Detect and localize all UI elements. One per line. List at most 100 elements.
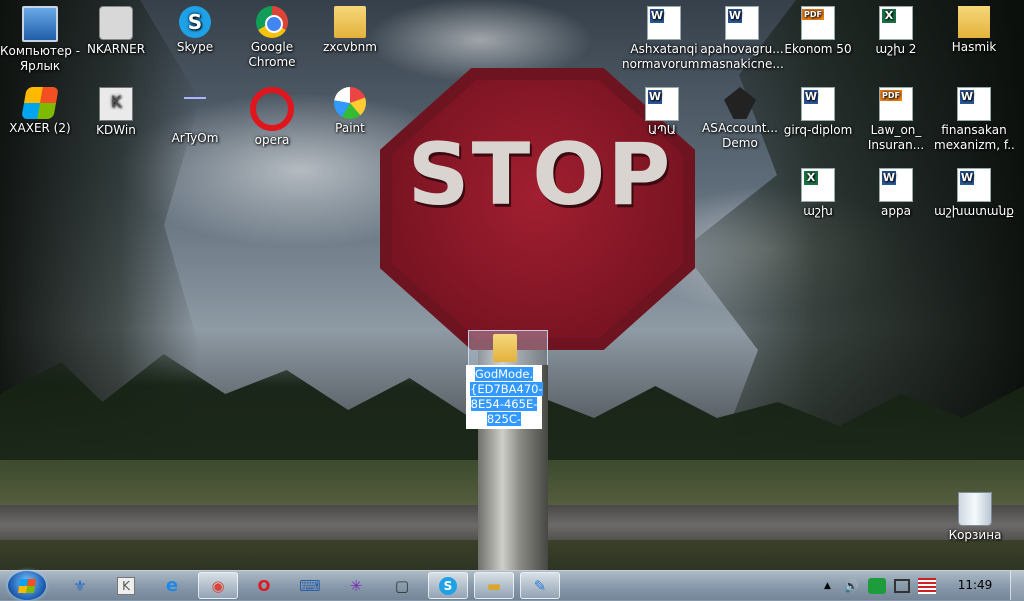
rename-text-line: 8E54-465E-: [470, 397, 538, 411]
icon-label: Ekonom 50: [784, 42, 852, 56]
media-player-icon: ⚜: [73, 576, 87, 595]
excel-icon: [879, 6, 913, 40]
taskbar-internet-explorer[interactable]: e: [152, 572, 192, 599]
desktop-icon-apahovagru[interactable]: apahovagru... masnakicne...: [700, 6, 784, 72]
desktop-icon-ashxatanqi[interactable]: Ashxatanqi normavorum...: [622, 6, 706, 72]
computer-icon: [22, 6, 58, 42]
icon-label: աշխ: [803, 204, 833, 218]
internet-explorer-icon: e: [165, 575, 179, 596]
camera-app-icon: [99, 6, 133, 40]
icon-label: Google: [250, 40, 294, 54]
chrome-taskbar-icon: ◉: [211, 576, 225, 595]
desktop-icon-ashxatanq[interactable]: աշխատանք: [934, 168, 1014, 219]
desktop-icon-recycle-bin[interactable]: Корзина: [935, 492, 1015, 543]
desktop-icon-artyom[interactable]: ArTyOm: [155, 87, 235, 146]
rename-textbox[interactable]: GodMode. {ED7BA470- 8E54-465E- 825C-: [466, 365, 543, 429]
taskbar-spider[interactable]: ✳: [336, 572, 376, 599]
icon-label: Корзина: [948, 528, 1002, 542]
desktop-icon-computer[interactable]: Компьютер - Ярлык: [0, 6, 80, 74]
desktop-icon-ashx[interactable]: աշխ: [778, 168, 858, 219]
opera-icon: [250, 87, 294, 131]
desktop-icon-law-on-insurance[interactable]: Law_on_ Insuran...: [856, 87, 936, 153]
desktop-icon-apa[interactable]: ԱՊԱ: [622, 87, 702, 138]
tray-show-hidden-icons[interactable]: ▲: [824, 576, 831, 596]
taskbar-skype[interactable]: S: [428, 572, 468, 599]
icon-label: Компьютер -: [0, 44, 80, 58]
chrome-icon: [256, 6, 288, 38]
up-arrow-icon: ▲: [824, 581, 831, 591]
taskbar-media-player[interactable]: ⚜: [60, 572, 100, 599]
asaccount-icon: [724, 87, 756, 119]
desktop-icon-appa[interactable]: appa: [856, 168, 936, 219]
icon-label: ASAccount...: [702, 121, 778, 135]
desktop-icon-chrome[interactable]: Google Chrome: [232, 6, 312, 70]
window-icon: ▢: [394, 576, 410, 595]
icon-label-line2: masnakicne...: [700, 57, 784, 71]
icon-label: Ashxatanqi: [630, 42, 698, 56]
word-doc-icon: [801, 87, 835, 121]
show-desktop-button[interactable]: [1010, 571, 1024, 600]
tray-network[interactable]: [894, 576, 910, 596]
taskbar-explorer[interactable]: ▬: [474, 572, 514, 599]
spider-icon: ✳: [349, 576, 363, 595]
godmode-folder[interactable]: GodMode. {ED7BA470- 8E54-465E- 825C-: [466, 330, 550, 429]
desktop-icon-zxcvbnm[interactable]: zxcvbnm: [310, 6, 390, 55]
desktop-icon-kdwin[interactable]: K KDWin: [76, 87, 156, 138]
desktop-icon-finansakan[interactable]: finansakan mexanizm, f...: [934, 87, 1014, 153]
icon-label: apahovagru...: [700, 42, 784, 56]
kdwin-icon: K: [99, 87, 133, 121]
folder-icon: [334, 6, 366, 38]
rename-text-line: {ED7BA470-: [470, 382, 543, 396]
desktop-icon-girq-diplom[interactable]: girq-diplom: [778, 87, 858, 138]
icon-label-line2: Chrome: [248, 55, 296, 69]
icon-label-line2: Insuran...: [867, 138, 925, 152]
desktop-icon-hasmik[interactable]: Hasmik: [934, 6, 1014, 55]
user-folder-icon: [958, 6, 990, 38]
word-doc-icon: [879, 168, 913, 202]
taskbar-window[interactable]: ▢: [382, 572, 422, 599]
desktop-icon-skype[interactable]: S Skype: [155, 6, 235, 55]
taskbar-paint[interactable]: ✎: [520, 572, 560, 599]
excel-icon: [801, 168, 835, 202]
icon-label: finansakan: [941, 123, 1007, 137]
rename-text-line: 825C-: [486, 412, 522, 426]
icon-label: XAXER (2): [9, 121, 71, 135]
desktop-icon-paint[interactable]: Paint: [310, 87, 390, 136]
folder-icon: [493, 334, 517, 362]
volume-icon: 🔊: [844, 579, 859, 593]
icon-label: Paint: [335, 121, 365, 135]
pdf-icon: [879, 87, 913, 121]
recycle-bin-icon: [958, 492, 992, 526]
icon-label: NKARNER: [86, 42, 146, 56]
selection-highlight: [468, 330, 548, 365]
check-shield-icon: [868, 578, 886, 594]
desktop-icon-opera[interactable]: opera: [232, 87, 312, 148]
start-button[interactable]: [8, 571, 46, 600]
tray-volume[interactable]: 🔊: [844, 576, 859, 596]
taskbar-chrome[interactable]: ◉: [198, 572, 238, 599]
word-doc-icon: [647, 6, 681, 40]
tray-language[interactable]: [918, 576, 936, 596]
windows-start-icon: [18, 579, 36, 593]
taskbar-opera[interactable]: O: [244, 572, 284, 599]
taskbar-keyboard[interactable]: ⌨: [290, 572, 330, 599]
explorer-icon: ▬: [486, 576, 502, 595]
skype-icon: S: [179, 6, 211, 38]
word-doc-icon: [725, 6, 759, 40]
icon-label: appa: [881, 204, 911, 218]
icon-label: աշխատանք: [934, 204, 1014, 218]
opera-taskbar-icon: O: [257, 576, 271, 595]
word-doc-icon: [645, 87, 679, 121]
icon-label: girq-diplom: [783, 123, 853, 137]
taskbar-clock[interactable]: 11:49: [952, 576, 998, 594]
tray-safe-remove[interactable]: [868, 576, 886, 596]
desktop-icon-xaxer[interactable]: XAXER (2): [0, 87, 80, 136]
desktop-icon-ashx2[interactable]: աշխ 2: [856, 6, 936, 57]
icon-label: zxcvbnm: [323, 40, 377, 54]
us-flag-icon: [918, 578, 936, 594]
taskbar-kdwin[interactable]: K: [106, 572, 146, 599]
desktop-icon-ekonom[interactable]: Ekonom 50: [778, 6, 858, 57]
desktop-icon-nkarner[interactable]: NKARNER: [76, 6, 156, 57]
desktop-icon-asaccount[interactable]: ASAccount... Demo: [700, 87, 780, 151]
artyom-icon: [179, 97, 211, 129]
